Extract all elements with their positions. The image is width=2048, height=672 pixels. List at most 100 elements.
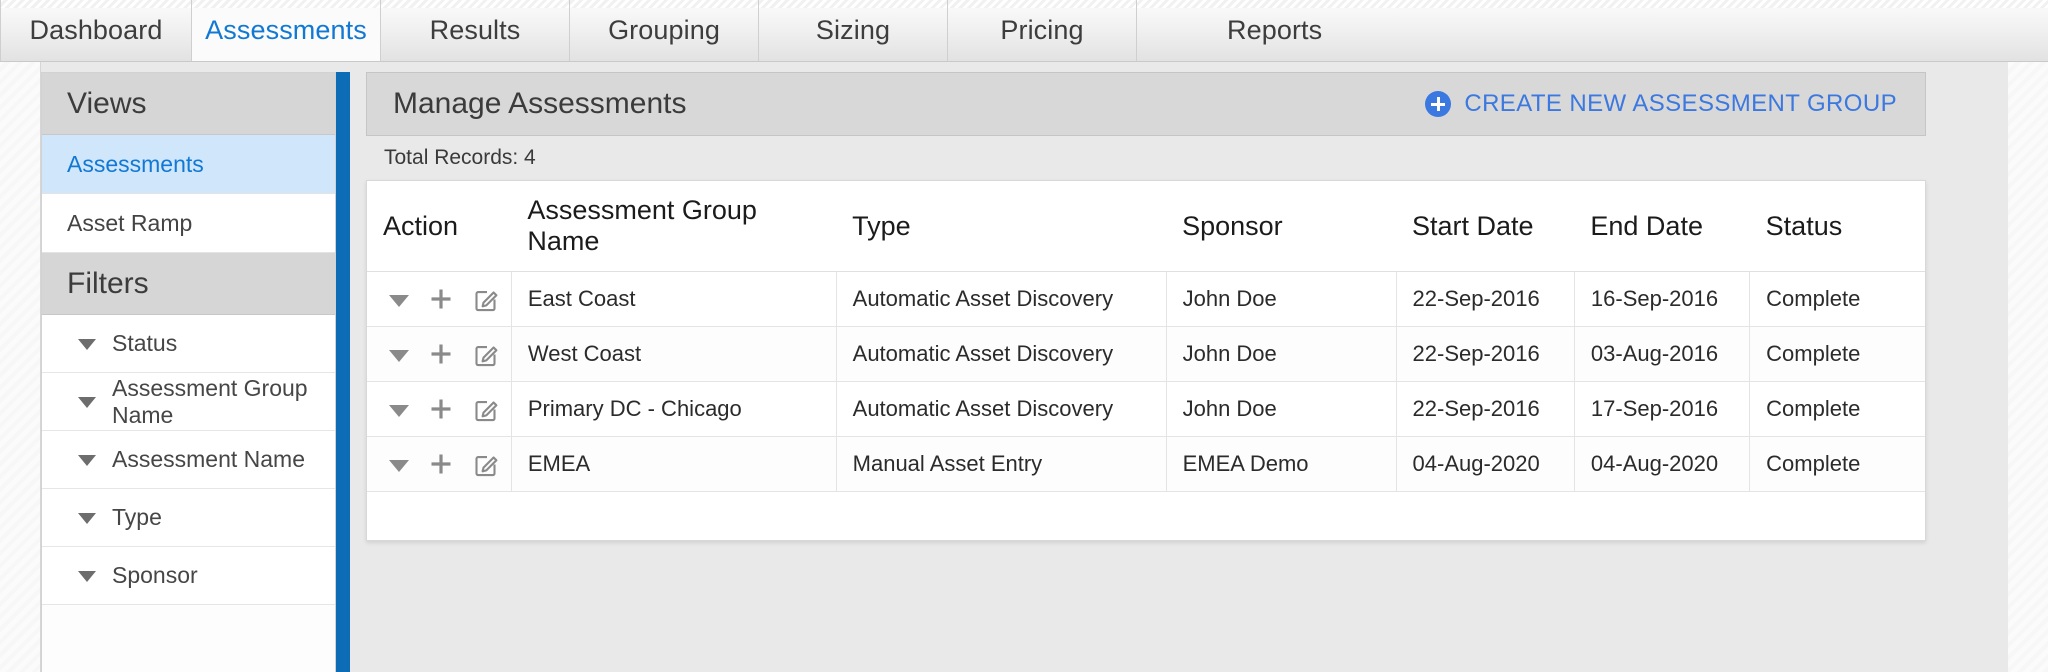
chevron-down-icon [78,455,96,466]
caret-down-icon[interactable] [389,292,409,307]
filter-label: Type [112,504,162,530]
tab-label: Reports [1227,15,1323,45]
sidebar-item-asset-ramp[interactable]: Asset Ramp [42,194,335,253]
app-root: Dashboard Assessments Results Grouping S… [0,0,2048,672]
assessments-table: Action Assessment Group Name Type Sponso… [367,181,1925,540]
chevron-down-icon [78,571,96,582]
cell-type: Automatic Asset Discovery [836,271,1167,327]
column-header-end-date[interactable]: End Date [1574,181,1750,272]
cell-sponsor: John Doe [1166,271,1397,327]
chevron-down-icon [78,513,96,524]
sidebar-item-assessments[interactable]: Assessments [42,135,335,194]
tab-sizing[interactable]: Sizing [759,0,948,61]
tab-label: Sizing [815,15,891,45]
page-title: Manage Assessments [393,87,687,120]
row-action-group [389,341,510,368]
sidebar-filter-assessment-group-name[interactable]: Assessment Group Name [42,373,335,431]
cell-status: Complete [1749,326,1925,382]
plus-icon[interactable] [428,286,454,312]
tab-results[interactable]: Results [381,0,570,61]
cell-end-date: 17-Sep-2016 [1574,381,1751,437]
plus-icon[interactable] [428,451,454,477]
tab-dashboard[interactable]: Dashboard [0,0,192,61]
cell-status: Complete [1749,381,1925,437]
edit-icon[interactable] [473,451,500,478]
cell-assessment-group-name: East Coast [511,271,837,327]
panel-header: Manage Assessments CREATE NEW ASSESSMENT… [366,72,1926,136]
table-row[interactable]: Primary DC - Chicago Automatic Asset Dis… [367,381,1925,437]
edit-icon[interactable] [473,341,500,368]
row-actions-cell [367,381,512,437]
cell-assessment-group-name: EMEA [511,436,837,492]
views-header-label: Views [67,86,147,120]
assessments-table-card: Action Assessment Group Name Type Sponso… [366,180,1926,541]
table-row[interactable]: East Coast Automatic Asset Discovery Joh… [367,271,1925,327]
cell-assessment-group-name: West Coast [511,326,837,382]
cell-sponsor: EMEA Demo [1166,436,1397,492]
sidebar-filter-assessment-name[interactable]: Assessment Name [42,431,335,489]
cell-type: Manual Asset Entry [836,436,1167,492]
sidebar-filter-type[interactable]: Type [42,489,335,547]
chevron-down-icon [78,397,96,408]
filter-label: Sponsor [112,562,198,588]
caret-down-icon[interactable] [389,347,409,362]
sidebar-item-label: Asset Ramp [67,209,193,236]
plus-icon[interactable] [428,396,454,422]
column-header-assessment-group-name[interactable]: Assessment Group Name [511,181,837,272]
caret-down-icon[interactable] [389,457,409,472]
cell-start-date: 22-Sep-2016 [1396,271,1575,327]
tab-pricing[interactable]: Pricing [948,0,1137,61]
cell-end-date: 16-Sep-2016 [1574,271,1751,327]
row-actions-cell [367,326,512,382]
main-tab-bar: Dashboard Assessments Results Grouping S… [0,0,2048,62]
sidebar-filter-sponsor[interactable]: Sponsor [42,547,335,605]
edit-icon[interactable] [473,286,500,313]
main-panel: Manage Assessments CREATE NEW ASSESSMENT… [366,72,1926,672]
plus-icon[interactable] [428,341,454,367]
filter-label: Assessment Name [112,446,306,472]
tab-label: Assessments [205,15,367,45]
column-header-sponsor[interactable]: Sponsor [1166,181,1397,272]
row-action-group [389,396,510,423]
cell-type: Automatic Asset Discovery [836,326,1167,382]
create-new-assessment-group-button[interactable]: CREATE NEW ASSESSMENT GROUP [1425,90,1897,118]
edit-icon[interactable] [473,396,500,423]
cell-start-date: 22-Sep-2016 [1396,326,1575,382]
table-header: Action Assessment Group Name Type Sponso… [367,181,1925,272]
column-header-action[interactable]: Action [367,181,512,272]
tab-label: Dashboard [29,15,163,45]
tab-assessments[interactable]: Assessments [192,0,381,61]
create-button-label: CREATE NEW ASSESSMENT GROUP [1464,90,1897,117]
sidebar-filter-status[interactable]: Status [42,315,335,373]
column-header-status[interactable]: Status [1749,181,1925,272]
column-header-start-date[interactable]: Start Date [1396,181,1575,272]
filter-label: Status [112,330,178,356]
cell-status: Complete [1749,271,1925,327]
cell-end-date: 03-Aug-2016 [1574,326,1751,382]
row-action-group [389,286,510,313]
table-body: East Coast Automatic Asset Discovery Joh… [367,271,1925,540]
tab-reports[interactable]: Reports [1137,0,2048,61]
tab-label: Results [429,15,521,45]
row-actions-cell [367,271,512,327]
filters-header-label: Filters [67,266,149,300]
cell-sponsor: John Doe [1166,326,1397,382]
cell-assessment-group-name: Primary DC - Chicago [511,381,837,437]
cell-type: Automatic Asset Discovery [836,381,1167,437]
cell-start-date: 22-Sep-2016 [1396,381,1575,437]
plus-circle-icon [1425,91,1452,117]
table-row[interactable]: EMEA Manual Asset Entry EMEA Demo 04-Aug… [367,436,1925,492]
sidebar-divider [336,72,350,672]
tab-label: Grouping [608,15,720,45]
left-sidebar: Views Assessments Asset Ramp Filters Sta… [41,72,336,672]
cell-start-date: 04-Aug-2020 [1396,436,1575,492]
caret-down-icon[interactable] [389,402,409,417]
table-row[interactable]: West Coast Automatic Asset Discovery Joh… [367,326,1925,382]
chevron-down-icon [78,339,96,350]
column-header-type[interactable]: Type [836,181,1167,272]
content-area: Views Assessments Asset Ramp Filters Sta… [40,62,2008,672]
cell-sponsor: John Doe [1166,381,1397,437]
cell-status: Complete [1749,436,1925,492]
cell-end-date: 04-Aug-2020 [1574,436,1751,492]
tab-grouping[interactable]: Grouping [570,0,759,61]
